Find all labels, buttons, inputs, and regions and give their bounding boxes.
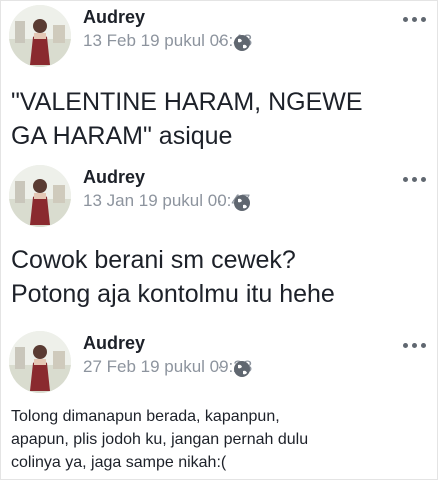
post-text: Cowok berani sm cewek? Potong aja kontol… — [11, 246, 335, 308]
avatar[interactable] — [9, 331, 71, 393]
globe-icon[interactable] — [233, 194, 251, 212]
meta-separator: · — [217, 191, 223, 210]
more-options-icon[interactable] — [403, 17, 427, 25]
meta-separator: · — [217, 31, 223, 50]
author-name[interactable]: Audrey — [83, 7, 145, 28]
post-text: Tolong dimanapun berada, kapanpun, apapu… — [11, 408, 309, 471]
post-timestamp[interactable]: 13 Feb 19 pukul 06:43 — [83, 31, 252, 51]
post-1: Audrey 13 Feb 19 pukul 06:43 · "VALENTIN… — [1, 5, 437, 165]
author-name[interactable]: Audrey — [83, 333, 145, 354]
meta-separator: · — [217, 357, 223, 376]
post-header: Audrey 27 Feb 19 pukul 09:28 · — [9, 331, 429, 393]
globe-icon[interactable] — [233, 34, 251, 52]
more-options-icon[interactable] — [403, 177, 427, 185]
post-header: Audrey 13 Feb 19 pukul 06:43 · — [9, 5, 429, 67]
globe-icon[interactable] — [233, 360, 251, 378]
avatar[interactable] — [9, 165, 71, 227]
more-options-icon[interactable] — [403, 343, 427, 351]
screenshot-frame: Audrey 13 Feb 19 pukul 06:43 · "VALENTIN… — [0, 0, 438, 480]
post-text: "VALENTINE HARAM, NGEWE GA HARAM" asique — [11, 88, 363, 150]
post-timestamp[interactable]: 27 Feb 19 pukul 09:28 — [83, 357, 252, 377]
author-name[interactable]: Audrey — [83, 167, 145, 188]
avatar[interactable] — [9, 5, 71, 67]
post-timestamp[interactable]: 13 Jan 19 pukul 00:47 — [83, 191, 250, 211]
post-header: Audrey 13 Jan 19 pukul 00:47 · — [9, 165, 429, 227]
post-2: Audrey 13 Jan 19 pukul 00:47 · Cowok ber… — [1, 165, 437, 331]
post-3: Audrey 27 Feb 19 pukul 09:28 · Tolong di… — [1, 331, 437, 479]
